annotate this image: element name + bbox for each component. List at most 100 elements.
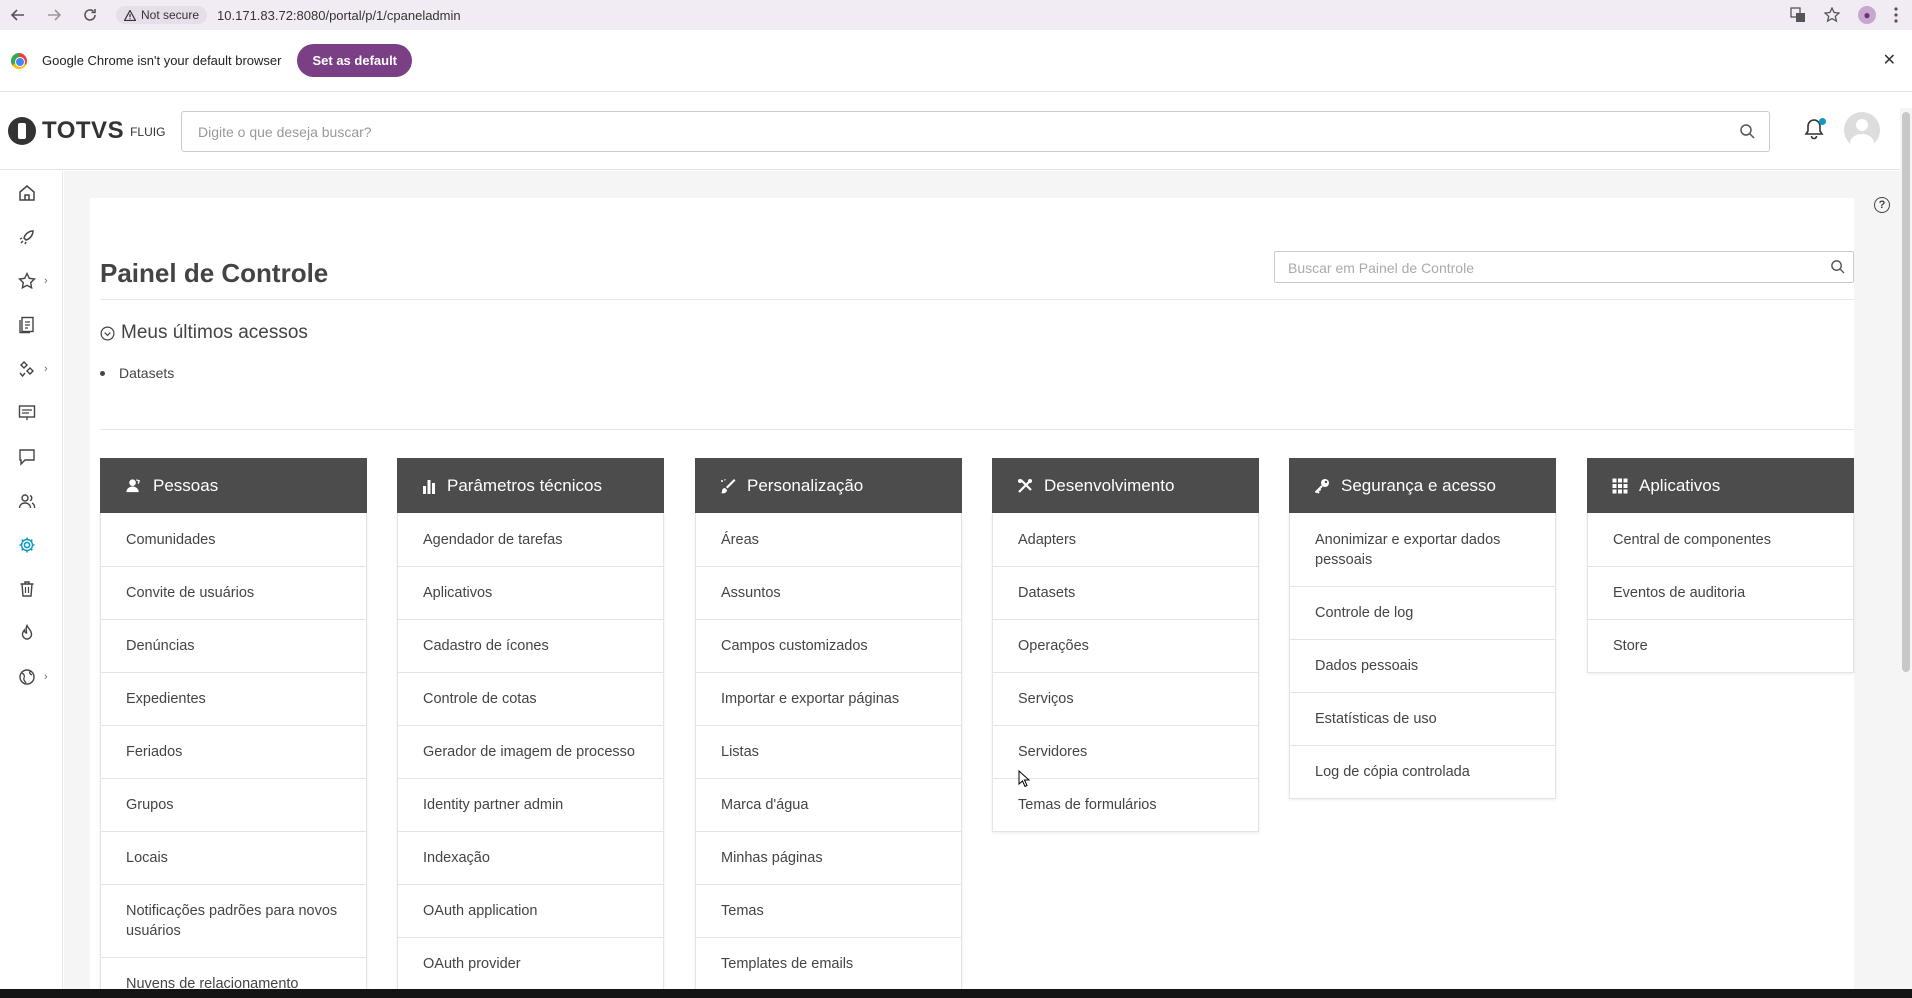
back-button[interactable] (0, 0, 36, 30)
app-header: TOTVS FLUIG Digite o que deseja buscar? (0, 92, 1912, 170)
category-title: Personalização (747, 475, 864, 495)
url-text[interactable]: 10.171.83.72:8080/portal/p/1/cpaneladmin (217, 8, 461, 23)
list-item[interactable]: Grupos (101, 778, 366, 831)
category-title: Desenvolvimento (1044, 475, 1175, 495)
category-parametros-tecnicos: Parâmetros técnicos Agendador de tarefas… (397, 458, 664, 991)
list-item[interactable]: Templates de emails (696, 937, 961, 990)
search-icon[interactable] (1830, 259, 1845, 274)
nav-people[interactable] (0, 479, 63, 523)
home-icon (19, 185, 35, 201)
security-indicator[interactable]: Not secure (116, 6, 208, 24)
left-nav-rail: › › › (0, 171, 63, 989)
close-icon[interactable]: ✕ (1883, 50, 1896, 70)
people-icon (126, 479, 141, 493)
list-item[interactable]: Estatísticas de uso (1290, 692, 1555, 745)
warning-icon (124, 9, 136, 21)
nav-processes[interactable]: › (0, 347, 63, 391)
list-item[interactable]: Temas (696, 884, 961, 937)
list-item[interactable]: Feriados (101, 725, 366, 778)
page-title: Painel de Controle (100, 258, 329, 288)
list-item[interactable]: Dados pessoais (1290, 639, 1555, 692)
scrollbar-thumb[interactable] (1902, 112, 1910, 672)
category-desenvolvimento: Desenvolvimento Adapters Datasets Operaç… (992, 458, 1259, 832)
infobar-message: Google Chrome isn't your default browser (42, 53, 282, 68)
list-item[interactable]: Identity partner admin (398, 778, 663, 831)
list-item[interactable]: Expedientes (101, 672, 366, 725)
recent-access-item[interactable]: Datasets (100, 365, 174, 381)
address-bar[interactable]: Not secure 10.171.83.72:8080/portal/p/1/… (116, 3, 461, 27)
recent-access-label: Datasets (119, 365, 175, 381)
category-title: Aplicativos (1639, 475, 1721, 495)
list-item[interactable]: Servidores (993, 725, 1258, 778)
category-personalizacao: Personalização Áreas Assuntos Campos cus… (695, 458, 962, 991)
global-search-placeholder: Digite o que deseja buscar? (198, 123, 372, 140)
trash-icon (20, 581, 34, 597)
translate-icon[interactable] (1790, 7, 1806, 23)
list-item[interactable]: OAuth provider (398, 937, 663, 990)
list-item[interactable]: Áreas (696, 513, 961, 566)
profile-avatar-icon[interactable]: ● (1858, 6, 1876, 24)
list-item[interactable]: Listas (696, 725, 961, 778)
list-item[interactable]: OAuth application (398, 884, 663, 937)
list-item[interactable]: Temas de formulários (993, 778, 1258, 831)
list-item[interactable]: Anonimizar e exportar dados pessoais (1290, 513, 1555, 586)
list-item[interactable]: Store (1588, 619, 1853, 672)
page-scrollbar[interactable] (1900, 108, 1912, 989)
nav-documents[interactable] (0, 303, 63, 347)
workflow-icon (19, 361, 34, 378)
category-header: Personalização (695, 458, 962, 513)
list-item[interactable]: Central de componentes (1588, 513, 1853, 566)
chrome-logo-icon (11, 52, 27, 69)
nav-presentation[interactable] (0, 391, 63, 435)
search-icon[interactable] (1739, 123, 1755, 139)
list-item[interactable]: Cadastro de ícones (398, 619, 663, 672)
list-item[interactable]: Adapters (993, 513, 1258, 566)
help-icon[interactable]: ? (1874, 197, 1890, 213)
notification-badge (1819, 118, 1826, 125)
bookmark-star-icon[interactable] (1824, 7, 1840, 23)
list-item[interactable]: Controle de cotas (398, 672, 663, 725)
kebab-menu-icon[interactable] (1894, 7, 1898, 23)
nav-messages[interactable] (0, 435, 63, 479)
control-panel-search-input[interactable]: Buscar em Painel de Controle (1274, 251, 1854, 283)
forward-button[interactable] (36, 0, 72, 30)
list-item[interactable]: Campos customizados (696, 619, 961, 672)
nav-control-panel[interactable] (0, 523, 63, 567)
nav-favorites[interactable]: › (0, 259, 63, 303)
nav-global[interactable]: › (0, 655, 63, 699)
set-as-default-button[interactable]: Set as default (297, 44, 413, 77)
list-item[interactable]: Comunidades (101, 513, 366, 566)
list-item[interactable]: Assuntos (696, 566, 961, 619)
chevron-right-icon: › (44, 671, 48, 683)
list-item[interactable]: Minhas páginas (696, 831, 961, 884)
reload-button[interactable] (72, 0, 108, 30)
global-search-input[interactable]: Digite o que deseja buscar? (181, 111, 1770, 152)
list-item[interactable]: Gerador de imagem de processo (398, 725, 663, 778)
nav-fluig-app[interactable] (0, 611, 63, 655)
list-item[interactable]: Agendador de tarefas (398, 513, 663, 566)
list-item[interactable]: Serviços (993, 672, 1258, 725)
list-item[interactable]: Importar e exportar páginas (696, 672, 961, 725)
list-item[interactable]: Notificações padrões para novos usuários (101, 884, 366, 957)
nav-trash[interactable] (0, 567, 63, 611)
documents-icon (19, 316, 34, 334)
nav-rocket[interactable] (0, 215, 63, 259)
category-header: Aplicativos (1587, 458, 1854, 513)
list-item[interactable]: Denúncias (101, 619, 366, 672)
list-item[interactable]: Log de cópia controlada (1290, 745, 1555, 798)
list-item[interactable]: Locais (101, 831, 366, 884)
list-item[interactable]: Eventos de auditoria (1588, 566, 1853, 619)
list-item[interactable]: Aplicativos (398, 566, 663, 619)
recent-access-title: Meus últimos acessos (121, 322, 308, 343)
recent-access-toggle[interactable]: Meus últimos acessos (100, 322, 308, 344)
brand-logo[interactable]: TOTVS FLUIG (8, 116, 165, 145)
list-item[interactable]: Controle de log (1290, 586, 1555, 639)
user-avatar[interactable] (1844, 112, 1880, 148)
list-item[interactable]: Indexação (398, 831, 663, 884)
nav-home[interactable] (0, 171, 63, 215)
list-item[interactable]: Operações (993, 619, 1258, 672)
list-item[interactable]: Marca d'água (696, 778, 961, 831)
list-item[interactable]: Convite de usuários (101, 566, 366, 619)
list-item[interactable]: Datasets (993, 566, 1258, 619)
notifications-button[interactable] (1804, 118, 1826, 142)
